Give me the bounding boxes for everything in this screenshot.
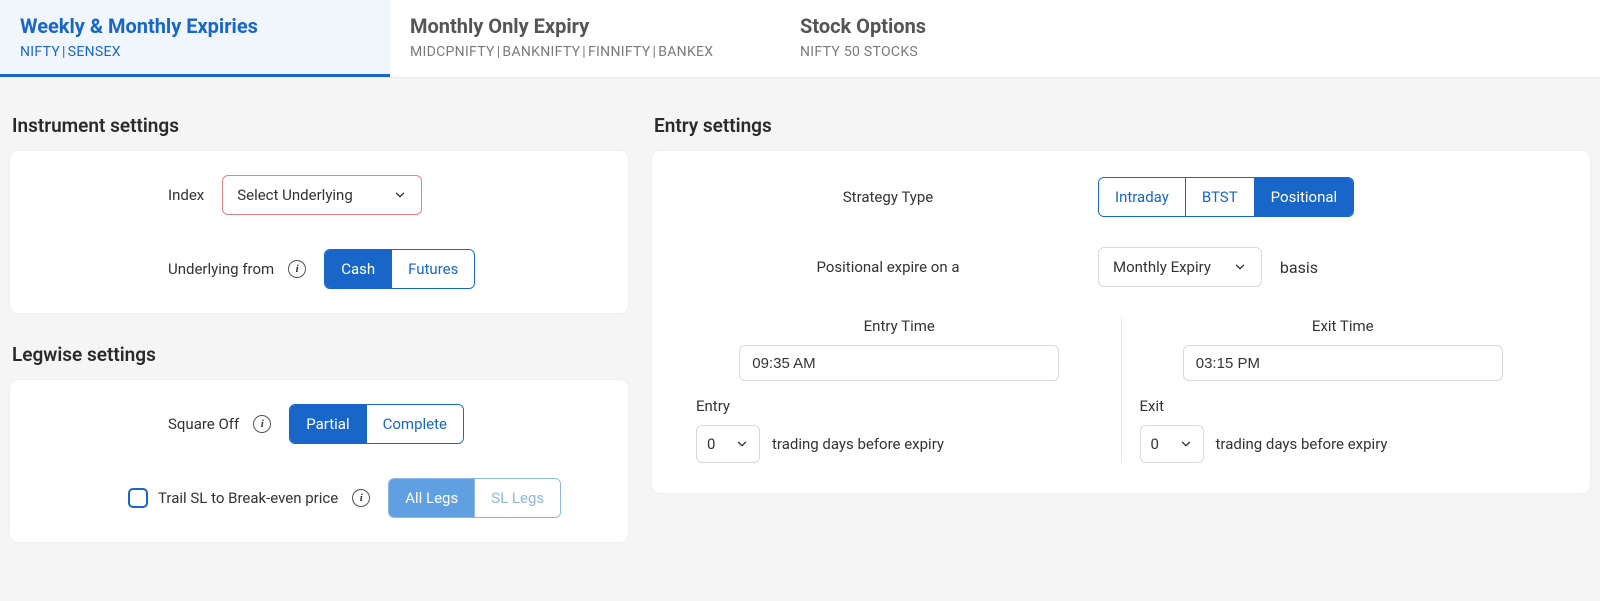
trail-sl-checkbox[interactable] xyxy=(128,488,148,508)
square-off-partial-btn[interactable]: Partial xyxy=(290,405,366,443)
legs-toggle: All Legs SL Legs xyxy=(388,478,561,518)
instrument-settings-card: Index Select Underlying Underlying from … xyxy=(10,151,628,313)
legwise-settings-title: Legwise settings xyxy=(12,343,628,366)
info-icon[interactable]: i xyxy=(352,489,370,507)
strategy-intraday-btn[interactable]: Intraday xyxy=(1099,178,1186,216)
info-icon[interactable]: i xyxy=(253,415,271,433)
strategy-type-toggle: Intraday BTST Positional xyxy=(1098,177,1354,217)
basis-text: basis xyxy=(1280,258,1318,277)
entry-time-label: Entry Time xyxy=(696,317,1103,335)
tab-monthly-only[interactable]: Monthly Only Expiry MIDCPNIFTY|BANKNIFTY… xyxy=(390,0,780,77)
strategy-type-label: Strategy Type xyxy=(678,188,1098,206)
exit-days-suffix: trading days before expiry xyxy=(1216,435,1388,453)
underlying-cash-btn[interactable]: Cash xyxy=(325,250,392,288)
chevron-down-icon xyxy=(393,188,407,202)
trail-sl-label: Trail SL to Break-even price xyxy=(158,489,338,507)
chevron-down-icon xyxy=(1233,260,1247,274)
all-legs-btn[interactable]: All Legs xyxy=(389,479,475,517)
sl-legs-btn[interactable]: SL Legs xyxy=(475,479,560,517)
strategy-btst-btn[interactable]: BTST xyxy=(1186,178,1255,216)
info-icon[interactable]: i xyxy=(288,260,306,278)
tab-subtitle: NIFTY 50 STOCKS xyxy=(800,44,1150,60)
underlying-from-toggle: Cash Futures xyxy=(324,249,475,289)
entry-days-select[interactable]: 0 xyxy=(696,425,760,463)
tab-title: Monthly Only Expiry xyxy=(410,14,760,38)
index-select-value: Select Underlying xyxy=(237,186,353,204)
exit-days-value: 0 xyxy=(1151,435,1159,453)
entry-days-suffix: trading days before expiry xyxy=(772,435,944,453)
positional-expire-label: Positional expire on a xyxy=(678,258,1098,276)
exit-sub-label: Exit xyxy=(1140,397,1547,415)
tab-subtitle: MIDCPNIFTY|BANKNIFTY|FINNIFTY|BANKEX xyxy=(410,44,760,60)
exit-time-input[interactable] xyxy=(1183,345,1503,381)
positional-expiry-select[interactable]: Monthly Expiry xyxy=(1098,247,1262,287)
tab-subtitle: NIFTY|SENSEX xyxy=(20,44,370,60)
positional-expiry-value: Monthly Expiry xyxy=(1113,258,1211,276)
tab-weekly-monthly[interactable]: Weekly & Monthly Expiries NIFTY|SENSEX xyxy=(0,0,390,77)
index-label: Index xyxy=(168,186,204,204)
chevron-down-icon xyxy=(1179,437,1193,451)
category-tabs: Weekly & Monthly Expiries NIFTY|SENSEX M… xyxy=(0,0,1600,78)
square-off-label: Square Off xyxy=(168,415,239,433)
underlying-from-label: Underlying from xyxy=(168,260,274,278)
entry-settings-title: Entry settings xyxy=(654,114,1590,137)
underlying-futures-btn[interactable]: Futures xyxy=(392,250,474,288)
legwise-settings-card: Square Off i Partial Complete Trail SL t… xyxy=(10,380,628,542)
exit-time-label: Exit Time xyxy=(1140,317,1547,335)
tab-title: Stock Options xyxy=(800,14,1150,38)
instrument-settings-title: Instrument settings xyxy=(12,114,628,137)
index-select[interactable]: Select Underlying xyxy=(222,175,422,215)
entry-time-input[interactable] xyxy=(739,345,1059,381)
tab-stock-options[interactable]: Stock Options NIFTY 50 STOCKS xyxy=(780,0,1170,77)
square-off-toggle: Partial Complete xyxy=(289,404,464,444)
entry-sub-label: Entry xyxy=(696,397,1103,415)
strategy-positional-btn[interactable]: Positional xyxy=(1255,178,1354,216)
entry-days-value: 0 xyxy=(707,435,715,453)
chevron-down-icon xyxy=(735,437,749,451)
exit-days-select[interactable]: 0 xyxy=(1140,425,1204,463)
square-off-complete-btn[interactable]: Complete xyxy=(367,405,463,443)
entry-settings-card: Strategy Type Intraday BTST Positional P… xyxy=(652,151,1590,493)
tab-title: Weekly & Monthly Expiries xyxy=(20,14,370,38)
